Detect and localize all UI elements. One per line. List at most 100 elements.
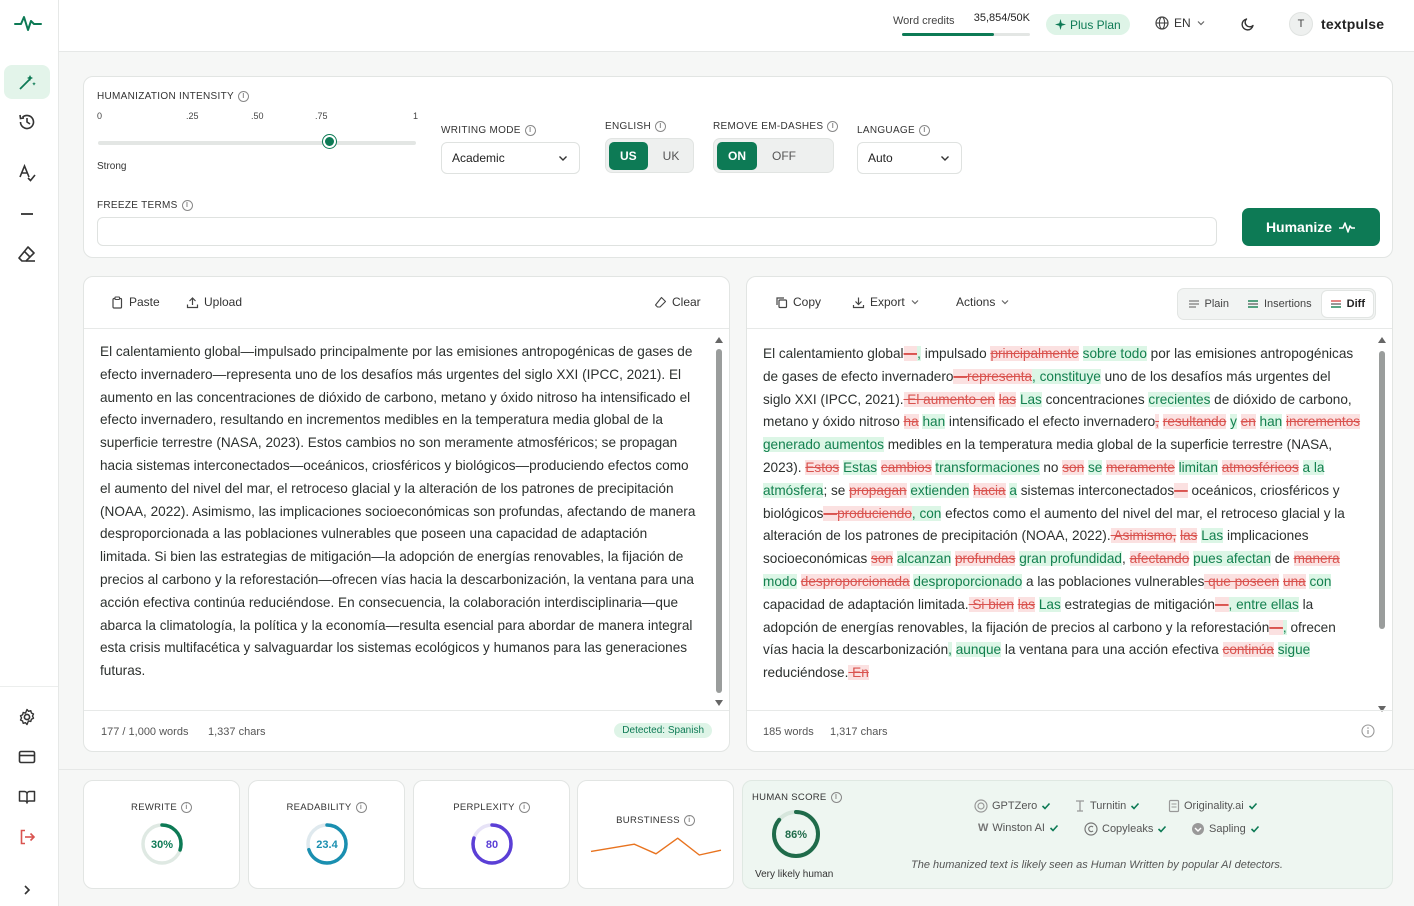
emdash-on-option[interactable]: ON (717, 141, 757, 170)
chevron-down-icon (1196, 18, 1206, 28)
inserted-text: han (1259, 414, 1283, 430)
input-panel: Paste Upload Clear El calentamiento glob… (83, 276, 730, 752)
expand-sidebar-button[interactable] (4, 873, 50, 906)
inserted-text: , (948, 642, 952, 658)
export-button[interactable]: Export (852, 295, 920, 309)
human-score-card: HUMAN SCORE i 86% Very likely human GPTZe… (742, 780, 1393, 889)
sidebar (0, 0, 59, 906)
rewrite-card: REWRITE i 30% (83, 780, 240, 889)
pulse-logo-icon[interactable] (14, 12, 42, 34)
info-icon[interactable]: i (181, 200, 193, 211)
upload-button[interactable]: Upload (186, 295, 242, 309)
info-icon[interactable]: i (918, 125, 930, 136)
word-credits: Word credits 35,854/50K (893, 12, 1030, 36)
check-icon (1130, 801, 1140, 811)
inserted-text: gran profundidad (1019, 551, 1122, 567)
humanizer-nav-button[interactable] (4, 65, 50, 99)
freeze-terms-input[interactable] (97, 217, 1217, 246)
readability-value: 23.4 (316, 839, 338, 851)
intensity-slider-handle[interactable] (323, 135, 337, 148)
info-icon[interactable] (1361, 724, 1375, 738)
intensity-level: Strong (97, 161, 127, 172)
info-icon[interactable]: i (237, 91, 249, 102)
output-diff-text[interactable]: El calentamiento global—, impulsado prin… (763, 343, 1362, 721)
credits-value: 35,854/50K (973, 12, 1030, 24)
info-icon[interactable]: i (827, 121, 839, 132)
sapling-icon (1191, 822, 1205, 836)
burstiness-card: BURSTINESS i (577, 780, 734, 889)
deleted-text: — (1269, 619, 1283, 635)
deleted-text: son (871, 551, 893, 567)
info-icon[interactable]: i (683, 815, 695, 826)
plan-badge[interactable]: Plus Plan (1046, 14, 1130, 35)
chevron-down-icon (939, 152, 951, 164)
freeze-terms-label: FREEZE TERMS i (97, 200, 193, 211)
clear-button[interactable]: Clear (654, 295, 701, 309)
insertions-icon (1247, 299, 1259, 309)
settings-nav-button[interactable] (4, 700, 50, 734)
logout-nav-button[interactable] (4, 820, 50, 854)
deleted-text: El aumento en (903, 391, 995, 407)
docs-nav-button[interactable] (4, 780, 50, 814)
ui-language-select[interactable]: EN (1155, 16, 1206, 30)
info-icon[interactable]: i (518, 802, 530, 813)
deleted-text: son (1062, 459, 1085, 475)
humanize-label: Humanize (1265, 219, 1333, 235)
language-select[interactable]: Auto (857, 142, 962, 174)
emdash-label: REMOVE EM-DASHES i (713, 121, 839, 132)
input-textarea[interactable]: El calentamiento global—impulsado princi… (100, 341, 699, 715)
billing-nav-button[interactable] (4, 740, 50, 774)
diff-view-tab[interactable]: Diff (1321, 291, 1373, 317)
ui-language-label: EN (1174, 16, 1191, 30)
copy-button[interactable]: Copy (775, 295, 821, 309)
intensity-slider[interactable] (98, 141, 416, 145)
input-scrollbar[interactable] (715, 337, 723, 707)
moon-icon[interactable] (1240, 16, 1256, 32)
deleted-text: manera (1293, 551, 1340, 567)
info-icon[interactable]: i (655, 121, 667, 132)
inserted-text: , entre ellas (1228, 596, 1299, 612)
english-uk-option[interactable]: UK (652, 142, 691, 170)
deleted-text: — (903, 346, 918, 361)
dash-nav-button[interactable] (4, 197, 50, 231)
info-icon[interactable]: i (355, 802, 367, 813)
info-icon[interactable]: i (830, 792, 842, 803)
username: textpulse (1321, 16, 1385, 32)
info-icon[interactable]: i (524, 125, 536, 136)
input-word-count: 177 / 1,000 words (101, 726, 189, 738)
deleted-text: — (1214, 596, 1229, 612)
emdash-off-option[interactable]: OFF (761, 142, 807, 170)
burstiness-title: BURSTINESS i (578, 815, 733, 826)
grammar-nav-button[interactable] (4, 156, 50, 190)
output-scrollbar[interactable] (1378, 337, 1386, 713)
output-toolbar: Copy Export Actions Plain Insertions Dif… (747, 277, 1392, 329)
input-toolbar: Paste Upload Clear (84, 277, 729, 329)
writing-mode-label: WRITING MODE i (441, 125, 536, 136)
paste-label: Paste (129, 295, 160, 309)
deleted-text: meramente (1106, 459, 1175, 475)
sparkle-icon (1055, 19, 1066, 30)
human-score-title: HUMAN SCORE i (752, 792, 842, 803)
actions-button[interactable]: Actions (956, 295, 1010, 309)
deleted-text: una (1283, 573, 1306, 589)
inserted-text: generado aumentos (763, 437, 884, 453)
humanize-button[interactable]: Humanize (1242, 208, 1380, 246)
inserted-text: sigue (1277, 642, 1311, 658)
writing-mode-select[interactable]: Academic (441, 142, 580, 174)
user-menu[interactable]: T textpulse (1289, 12, 1384, 36)
logout-icon (17, 827, 37, 847)
history-nav-button[interactable] (4, 105, 50, 139)
plain-view-tab[interactable]: Plain (1180, 291, 1237, 317)
eraser-nav-button[interactable] (4, 237, 50, 271)
inserted-text: han (922, 414, 946, 430)
inserted-text: , (917, 346, 921, 361)
deleted-text: las (1180, 528, 1198, 544)
history-icon (17, 112, 37, 132)
deleted-text: profundas (954, 551, 1016, 567)
insertions-view-tab[interactable]: Insertions (1239, 291, 1320, 317)
paste-button[interactable]: Paste (111, 295, 160, 309)
info-icon[interactable]: i (180, 802, 192, 813)
top-bar: Word credits 35,854/50K Plus Plan EN T t… (59, 0, 1414, 52)
copy-icon (775, 296, 788, 309)
english-us-option[interactable]: US (609, 141, 648, 170)
